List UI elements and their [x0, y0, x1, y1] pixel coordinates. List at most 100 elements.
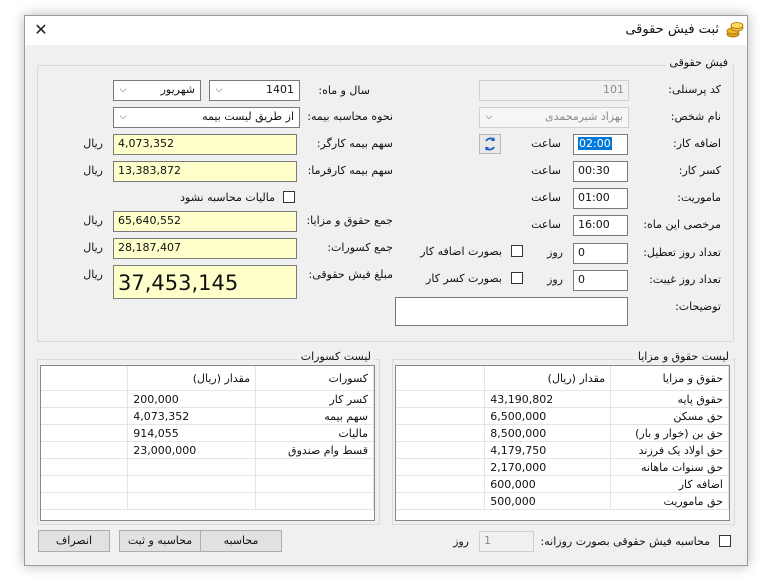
total-deductions-label: جمع کسورات:: [327, 241, 393, 254]
person-name-select[interactable]: بهزاد شیرمحمدی ⌵: [479, 107, 629, 128]
holidays-label: تعداد روز تعطیل:: [643, 246, 721, 259]
deduction-col-name-header: کسورات: [255, 366, 374, 391]
chevron-down-icon: ⌵: [119, 112, 127, 122]
payslip-amount-label: مبلغ فیش حقوقی:: [308, 268, 393, 281]
table-row[interactable]: حق بن (خوار و بار) 8,500,000: [396, 424, 729, 442]
table-row[interactable]: مالیات 914,055: [41, 424, 374, 442]
daily-days-input[interactable]: 1: [479, 531, 534, 552]
holidays-unit: روز: [547, 246, 563, 259]
insurance-method-select[interactable]: از طریق لیست بیمه ⌵: [113, 107, 300, 128]
daily-calc-checkbox[interactable]: [719, 535, 731, 547]
salary-item-amount: 4,179,750: [484, 441, 612, 459]
payslip-window: ثبت فیش حقوقی ✕ فیش حقوقی کد پرسنلی: 101…: [24, 15, 748, 566]
table-row[interactable]: [41, 458, 374, 476]
work-deficit-input[interactable]: 00:30: [573, 161, 628, 182]
mission-unit: ساعت: [531, 191, 561, 204]
employer-insurance-currency: ریال: [83, 164, 103, 177]
salary-list-table: حقوق و مزایا مقدار (ریال) حقوق پایه 43,19…: [395, 365, 730, 521]
deduction-list-title: لیست کسورات: [297, 350, 374, 363]
personnel-code-field[interactable]: 101: [479, 80, 629, 101]
absence-input[interactable]: 0: [573, 270, 628, 291]
table-row[interactable]: سهم بیمه 4,073,352: [41, 407, 374, 425]
deduction-col-amount-header: مقدار (ریال): [127, 366, 257, 391]
salary-item-amount: 8,500,000: [484, 424, 612, 442]
leave-input[interactable]: 16:00: [573, 215, 628, 236]
overtime-label: اضافه کار:: [672, 137, 721, 150]
total-salary-field[interactable]: 65,640,552: [113, 211, 297, 232]
table-row[interactable]: حقوق پایه 43,190,802: [396, 390, 729, 408]
leave-label: مرخصی این ماه:: [643, 218, 721, 231]
salary-item-amount: 600,000: [484, 475, 612, 493]
salary-item-name: حقوق پایه: [610, 390, 729, 408]
title-bar: ثبت فیش حقوقی ✕: [25, 16, 747, 45]
table-row[interactable]: قسط وام صندوق 23,000,000: [41, 441, 374, 459]
person-name-label: نام شخص:: [670, 110, 721, 123]
daily-days-unit: روز: [453, 535, 469, 548]
coins-icon: [726, 22, 744, 38]
total-salary-currency: ریال: [83, 214, 103, 227]
as-deficit-label: بصورت کسر کار: [426, 272, 502, 285]
chevron-down-icon: ⌵: [119, 85, 127, 95]
deduction-item-amount: 23,000,000: [127, 441, 257, 459]
cancel-button[interactable]: انصراف: [38, 530, 110, 552]
salary-col-amount-header: مقدار (ریال): [484, 366, 612, 391]
employer-insurance-field[interactable]: 13,383,872: [113, 161, 297, 182]
salary-item-amount: 6,500,000: [484, 407, 612, 425]
worker-insurance-field[interactable]: 4,073,352: [113, 134, 297, 155]
salary-list-title: لیست حقوق و مزایا: [634, 350, 732, 363]
deduction-item-name: کسر کار: [255, 390, 374, 408]
as-overtime-label: بصورت اضافه کار: [420, 245, 502, 258]
window-title: ثبت فیش حقوقی: [625, 22, 719, 37]
absence-label: تعداد روز غیبت:: [649, 273, 721, 286]
mission-input[interactable]: 01:00: [573, 188, 628, 209]
leave-unit: ساعت: [531, 218, 561, 231]
calculate-save-button[interactable]: محاسبه و ثبت: [119, 530, 201, 552]
chevron-down-icon: ⌵: [215, 85, 223, 95]
table-row[interactable]: [41, 475, 374, 493]
worker-insurance-label: سهم بیمه کارگر:: [316, 137, 393, 150]
work-deficit-label: کسر کار:: [678, 164, 721, 177]
overtime-input[interactable]: 02:00: [573, 134, 628, 155]
year-month-label: سال و ماه:: [318, 84, 370, 97]
month-select[interactable]: شهریور ⌵: [113, 80, 201, 101]
total-salary-label: جمع حقوق و مزایا:: [306, 214, 393, 227]
year-value: 1401: [266, 83, 294, 96]
table-row[interactable]: کسر کار 200,000: [41, 390, 374, 408]
as-overtime-checkbox[interactable]: [511, 245, 523, 257]
mission-label: ماموریت:: [677, 191, 721, 204]
insurance-method-label: نحوه محاسبه بیمه:: [307, 110, 393, 123]
description-label: توضیحات:: [675, 300, 721, 313]
table-row[interactable]: حق سنوات ماهانه 2,170,000: [396, 458, 729, 476]
table-row[interactable]: اضافه کار 600,000: [396, 475, 729, 493]
no-tax-checkbox[interactable]: [283, 191, 295, 203]
payslip-amount-currency: ریال: [83, 268, 103, 281]
deduction-item-amount: 914,055: [127, 424, 257, 442]
deduction-item-name: سهم بیمه: [255, 407, 374, 425]
month-value: شهریور: [160, 83, 195, 96]
calculate-button[interactable]: محاسبه: [200, 530, 282, 552]
salary-item-name: حق ماموریت: [610, 492, 729, 510]
table-row[interactable]: [41, 492, 374, 510]
holidays-input[interactable]: 0: [573, 243, 628, 264]
as-deficit-checkbox[interactable]: [511, 272, 523, 284]
salary-item-name: حق سنوات ماهانه: [610, 458, 729, 476]
year-select[interactable]: 1401 ⌵: [209, 80, 300, 101]
chevron-down-icon: ⌵: [485, 112, 493, 122]
table-row[interactable]: حق مسکن 6,500,000: [396, 407, 729, 425]
total-deductions-currency: ریال: [83, 241, 103, 254]
close-button[interactable]: ✕: [30, 19, 52, 41]
table-row[interactable]: حق اولاد یک فرزند 4,179,750: [396, 441, 729, 459]
no-tax-label: مالیات محاسبه نشود: [180, 191, 275, 204]
total-deductions-field[interactable]: 28,187,407: [113, 238, 297, 259]
table-row[interactable]: حق ماموریت 500,000: [396, 492, 729, 510]
payslip-amount-field[interactable]: 37,453,145: [113, 265, 297, 299]
deduction-item-name: مالیات: [255, 424, 374, 442]
description-textarea[interactable]: [395, 297, 628, 326]
salary-item-name: حق اولاد یک فرزند: [610, 441, 729, 459]
salary-item-amount: 43,190,802: [484, 390, 612, 408]
deduction-item-name: قسط وام صندوق: [255, 441, 374, 459]
work-deficit-unit: ساعت: [531, 164, 561, 177]
refresh-button[interactable]: [479, 134, 501, 154]
refresh-icon: [485, 137, 495, 151]
deduction-item-amount: 200,000: [127, 390, 257, 408]
